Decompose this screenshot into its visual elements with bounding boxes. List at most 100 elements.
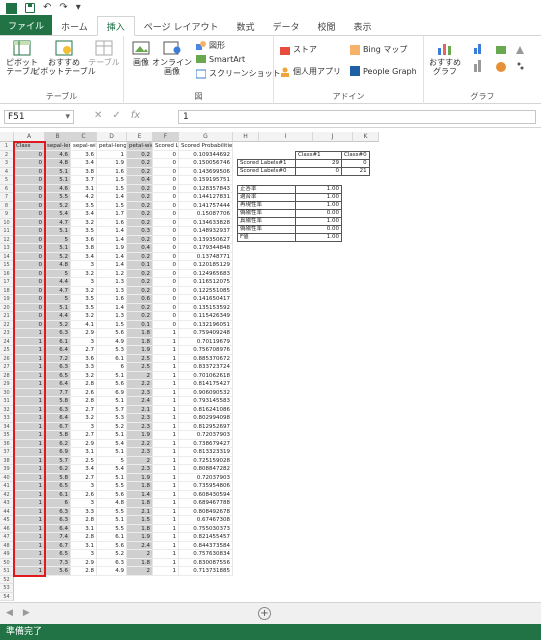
cell[interactable]: 0.2 <box>127 278 153 287</box>
cell[interactable]: 6.7 <box>45 422 71 431</box>
cell[interactable]: 5.1 <box>97 473 127 482</box>
cell[interactable]: 3.8 <box>71 244 97 253</box>
cell[interactable]: 2.3 <box>127 422 153 431</box>
cell[interactable]: 0.150056746 <box>179 159 233 168</box>
cell[interactable]: 5 <box>45 235 71 244</box>
cell[interactable]: 0.135153592 <box>179 303 233 312</box>
cell[interactable]: 0.808492678 <box>179 507 233 516</box>
cell[interactable]: 6.9 <box>45 448 71 457</box>
cell[interactable]: 5.1 <box>45 176 71 185</box>
cell[interactable]: 3.5 <box>71 303 97 312</box>
cell[interactable]: 0 <box>153 218 179 227</box>
cell[interactable]: 3.2 <box>71 414 97 423</box>
cell[interactable]: 0.844373584 <box>179 541 233 550</box>
cell[interactable]: 3.1 <box>71 448 97 457</box>
cell[interactable]: 1 <box>14 533 45 542</box>
cell[interactable]: 4.4 <box>45 278 71 287</box>
tab-insert[interactable]: 挿入 <box>96 16 135 36</box>
cell[interactable]: 4.6 <box>45 184 71 193</box>
cell[interactable]: 0 <box>153 227 179 236</box>
cell[interactable]: 1 <box>14 431 45 440</box>
cell[interactable]: 1 <box>14 329 45 338</box>
cell[interactable]: 2.4 <box>127 397 153 406</box>
cell[interactable]: 0.2 <box>127 286 153 295</box>
cell[interactable]: 0.70119679 <box>179 337 233 346</box>
cell[interactable]: 0 <box>153 150 179 159</box>
cell[interactable]: 3.5 <box>71 201 97 210</box>
cell[interactable]: Scored Probabilities <box>179 142 233 151</box>
cell[interactable]: 0 <box>14 261 45 270</box>
cell[interactable]: 1 <box>14 414 45 423</box>
select-all-corner[interactable] <box>0 132 14 142</box>
cell[interactable]: 4.8 <box>97 499 127 508</box>
cell[interactable]: 0.122551085 <box>179 286 233 295</box>
row-header[interactable]: 28 <box>0 371 14 380</box>
row-header[interactable]: 4 <box>0 167 14 176</box>
worksheet-grid[interactable]: A B C D E F G H I J K 1 2 3 4 5 6 7 8 9 10 11 12 13 14 15 16 17 18 19… <box>0 132 541 602</box>
cell[interactable]: 3 <box>71 422 97 431</box>
cell[interactable]: 3 <box>71 550 97 559</box>
row-header[interactable]: 8 <box>0 201 14 210</box>
cell[interactable]: 0 <box>14 244 45 253</box>
row-header[interactable]: 48 <box>0 541 14 550</box>
cell[interactable]: 0.159195751 <box>179 176 233 185</box>
cell[interactable]: 5.3 <box>97 414 127 423</box>
cell[interactable]: 3.3 <box>71 507 97 516</box>
cell[interactable]: 3.6 <box>71 354 97 363</box>
cell[interactable]: 6.1 <box>45 490 71 499</box>
cell[interactable]: 0.1 <box>127 261 153 270</box>
cell[interactable]: 0.72037903 <box>179 431 233 440</box>
cell[interactable]: 6.4 <box>45 346 71 355</box>
cell[interactable]: 1 <box>14 380 45 389</box>
cell[interactable]: 5.6 <box>97 380 127 389</box>
tab-page-layout[interactable]: ページ レイアウト <box>135 17 228 35</box>
row-header[interactable]: 35 <box>0 431 14 440</box>
cell[interactable]: 0 <box>14 218 45 227</box>
cell[interactable]: 5.1 <box>97 448 127 457</box>
cell[interactable]: 1.4 <box>97 261 127 270</box>
cell[interactable]: 5.1 <box>97 516 127 525</box>
row-header[interactable]: 29 <box>0 380 14 389</box>
row-header[interactable]: 50 <box>0 558 14 567</box>
cell[interactable]: 1 <box>153 405 179 414</box>
cell[interactable]: 0.6 <box>127 295 153 304</box>
row-header[interactable]: 45 <box>0 516 14 525</box>
cell[interactable]: 1 <box>14 405 45 414</box>
cell[interactable]: 2.5 <box>127 354 153 363</box>
cell[interactable]: 0.141650417 <box>179 295 233 304</box>
cell[interactable]: petal-length <box>97 142 127 151</box>
cell[interactable]: 1.8 <box>127 337 153 346</box>
cell[interactable]: 5.1 <box>97 431 127 440</box>
row-header[interactable]: 41 <box>0 482 14 491</box>
cell[interactable]: 1 <box>14 346 45 355</box>
cell[interactable]: 1 <box>153 490 179 499</box>
cell[interactable]: 1 <box>14 499 45 508</box>
row-header[interactable]: 33 <box>0 414 14 423</box>
cell[interactable]: 0 <box>153 193 179 202</box>
cell[interactable]: 1 <box>14 490 45 499</box>
cell[interactable]: 5.2 <box>97 422 127 431</box>
cell[interactable]: 4.9 <box>97 567 127 576</box>
cell[interactable]: 6.3 <box>45 363 71 372</box>
cell[interactable]: 0.814175427 <box>179 380 233 389</box>
cell[interactable]: 1.6 <box>97 218 127 227</box>
cell[interactable]: 0.134633828 <box>179 218 233 227</box>
cell[interactable]: 2.8 <box>71 380 97 389</box>
cell[interactable]: 3 <box>71 337 97 346</box>
confirm-icon[interactable]: ✓ <box>112 110 120 121</box>
cell[interactable]: 0.906090532 <box>179 388 233 397</box>
cell[interactable]: 4.8 <box>45 261 71 270</box>
cell[interactable]: 1 <box>153 346 179 355</box>
cell[interactable]: 1.2 <box>97 269 127 278</box>
cell[interactable]: 3.6 <box>71 235 97 244</box>
cell[interactable]: 2.3 <box>127 448 153 457</box>
row-header[interactable]: 17 <box>0 278 14 287</box>
column-header-c[interactable]: C <box>71 132 97 142</box>
cell[interactable]: 0.821455457 <box>179 533 233 542</box>
row-header[interactable]: 51 <box>0 567 14 576</box>
row-header[interactable]: 25 <box>0 346 14 355</box>
cell[interactable]: 2.2 <box>127 439 153 448</box>
cell[interactable]: 2 <box>127 550 153 559</box>
cell[interactable]: 0.132196051 <box>179 320 233 329</box>
tab-review[interactable]: 校閲 <box>308 17 344 35</box>
